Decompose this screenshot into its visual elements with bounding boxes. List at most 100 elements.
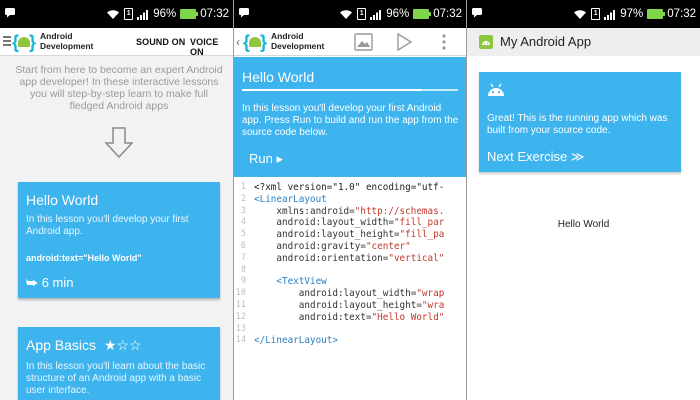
- app-toolbar: {} Android Development SOUND ON VOICE ON: [0, 28, 233, 57]
- code-token: android:layout_height=: [254, 299, 422, 311]
- code-token: <?xml version="1.0" encoding="utf-: [254, 182, 445, 193]
- code-token: android:gravity=: [254, 240, 366, 252]
- code-text: android:layout_width="wrap: [254, 288, 445, 300]
- overflow-menu-icon[interactable]: [442, 33, 446, 51]
- android-robot-icon: [479, 35, 493, 49]
- code-token: "center": [365, 240, 411, 252]
- message-notification-icon: [472, 8, 482, 18]
- code-text: android:layout_height="fill_pa: [254, 229, 444, 241]
- lesson-duration-text: 6 min: [41, 275, 74, 290]
- battery-percent: 96%: [386, 8, 410, 20]
- clock: 07:32: [667, 8, 696, 20]
- code-text: <TextView: [254, 276, 327, 288]
- status-bar: 1 96% 07:32: [0, 0, 233, 28]
- code-token: </LinearLayout>: [254, 335, 338, 347]
- status-bar: 1 96% 07:32: [234, 0, 466, 28]
- code-text: android:gravity="center": [254, 240, 411, 253]
- code-line: 14 </LinearLayout>: [234, 335, 466, 347]
- code-token: android:layout_width=: [254, 288, 417, 300]
- phone-screen-running-app: 1 97% 07:32 My Android App Great! This i…: [467, 0, 700, 400]
- hello-world-textview: Hello World: [557, 219, 610, 230]
- code-token: <TextView: [254, 276, 327, 288]
- battery-percent: 97%: [620, 8, 644, 20]
- phone-screen-lesson-list: 1 96% 07:32 {} Android Development SOUND…: [0, 0, 233, 400]
- app-toolbar: ‹ {} Android Development: [234, 28, 466, 56]
- line-number: 6: [240, 240, 246, 251]
- code-token: "fill_par: [393, 217, 445, 229]
- sim-icon: 1: [124, 8, 134, 20]
- lesson-title: Hello World: [242, 69, 315, 85]
- clock: 07:32: [433, 8, 462, 20]
- menu-icon[interactable]: [3, 36, 11, 48]
- action-bar-title: My Android App: [500, 34, 592, 49]
- code-editor[interactable]: 1 <?xml version="1.0" encoding="utf- 2 <Lin…: [234, 182, 466, 347]
- signal-icon: [137, 9, 149, 20]
- lesson-card-title: Hello World: [26, 192, 99, 208]
- code-token: "fill_pa: [399, 229, 445, 241]
- line-number: 2: [240, 193, 246, 204]
- code-token: "http://schemas.: [354, 205, 445, 217]
- line-number: 12: [235, 311, 246, 322]
- line-number: 11: [235, 299, 246, 310]
- code-token: android:layout_width=: [254, 217, 394, 229]
- signal-icon: [604, 9, 616, 20]
- code-token: "vertical": [388, 252, 445, 264]
- intro-text: Start from here to become an expert Andr…: [15, 64, 223, 112]
- lesson-card-description: In this lesson you'll develop your first…: [26, 214, 189, 237]
- sim-icon: 1: [591, 8, 601, 20]
- code-text: <LinearLayout: [254, 194, 327, 206]
- screenshot-root: 1 96% 07:32 {} Android Development SOUND…: [0, 0, 700, 400]
- next-exercise-button[interactable]: Next Exercise ≫: [487, 149, 584, 165]
- code-token: android:layout_height=: [254, 229, 400, 241]
- sound-on-button[interactable]: SOUND ON: [136, 37, 185, 47]
- lesson-description: In this lesson you'll develop your first…: [242, 103, 459, 138]
- code-token: android:orientation=: [254, 252, 389, 264]
- battery-icon: [180, 9, 199, 19]
- code-text: xmlns:android="http://schemas.: [254, 206, 444, 218]
- lesson-progress-fill: [242, 89, 422, 91]
- code-line: 8: [234, 265, 466, 277]
- lesson-card-title: App Basics: [26, 337, 97, 353]
- line-number: 13: [235, 323, 246, 334]
- code-token: "wra: [421, 299, 445, 311]
- voice-on-button[interactable]: VOICE ON: [190, 37, 233, 57]
- lesson-card-code: android:text="Hello World": [26, 253, 142, 263]
- line-number: 9: [240, 276, 246, 287]
- code-text: android:layout_height="wra: [254, 299, 445, 312]
- code-line: 7 android:orientation="vertical": [234, 253, 466, 265]
- action-bar: My Android App: [467, 28, 700, 56]
- code-line: 12 android:text="Hello World": [234, 312, 466, 324]
- battery-percent: 96%: [153, 8, 177, 20]
- line-number: 5: [240, 229, 246, 240]
- lesson-card-app-basics[interactable]: App Basics ★☆☆ In this lesson you'll lea…: [18, 327, 220, 400]
- code-line: 10 android:layout_width="wrap: [234, 288, 466, 300]
- code-line: 6 android:gravity="center": [234, 241, 466, 253]
- exercise-complete-card: Great! This is the running app which was…: [479, 72, 681, 172]
- play-icon[interactable]: [396, 33, 412, 51]
- app-title-line1: Android: [271, 31, 304, 41]
- line-number: 3: [240, 205, 246, 216]
- line-number: 14: [235, 335, 246, 346]
- code-line: 5 android:layout_height="fill_pa: [234, 229, 466, 241]
- code-token: android:text=: [254, 311, 372, 323]
- app-title-line2: Development: [271, 41, 325, 51]
- lesson-instructions-panel: Hello World In this lesson you'll develo…: [234, 57, 466, 177]
- back-icon[interactable]: ‹: [236, 35, 240, 49]
- code-line: 2 <LinearLayout: [234, 194, 466, 206]
- app-logo-icon: {}: [243, 32, 268, 52]
- code-text: <?xml version="1.0" encoding="utf-: [254, 182, 444, 194]
- wifi-icon: [573, 9, 587, 20]
- sim-icon: 1: [357, 8, 367, 20]
- code-token: xmlns:android=: [254, 205, 355, 217]
- code-token: "wrap: [416, 288, 445, 300]
- line-number: 10: [235, 288, 246, 299]
- app-title-line2: Development: [40, 41, 94, 51]
- image-icon[interactable]: [354, 33, 373, 51]
- code-text: android:layout_width="fill_par: [254, 217, 444, 229]
- code-text: android:text="Hello World": [254, 311, 445, 324]
- status-bar: 1 97% 07:32: [467, 0, 700, 28]
- run-button[interactable]: Run ▸: [249, 151, 283, 167]
- lesson-card-hello-world[interactable]: Hello World In this lesson you'll develo…: [18, 182, 220, 298]
- code-line: 1 <?xml version="1.0" encoding="utf-: [234, 182, 466, 194]
- code-line: 13: [234, 324, 466, 336]
